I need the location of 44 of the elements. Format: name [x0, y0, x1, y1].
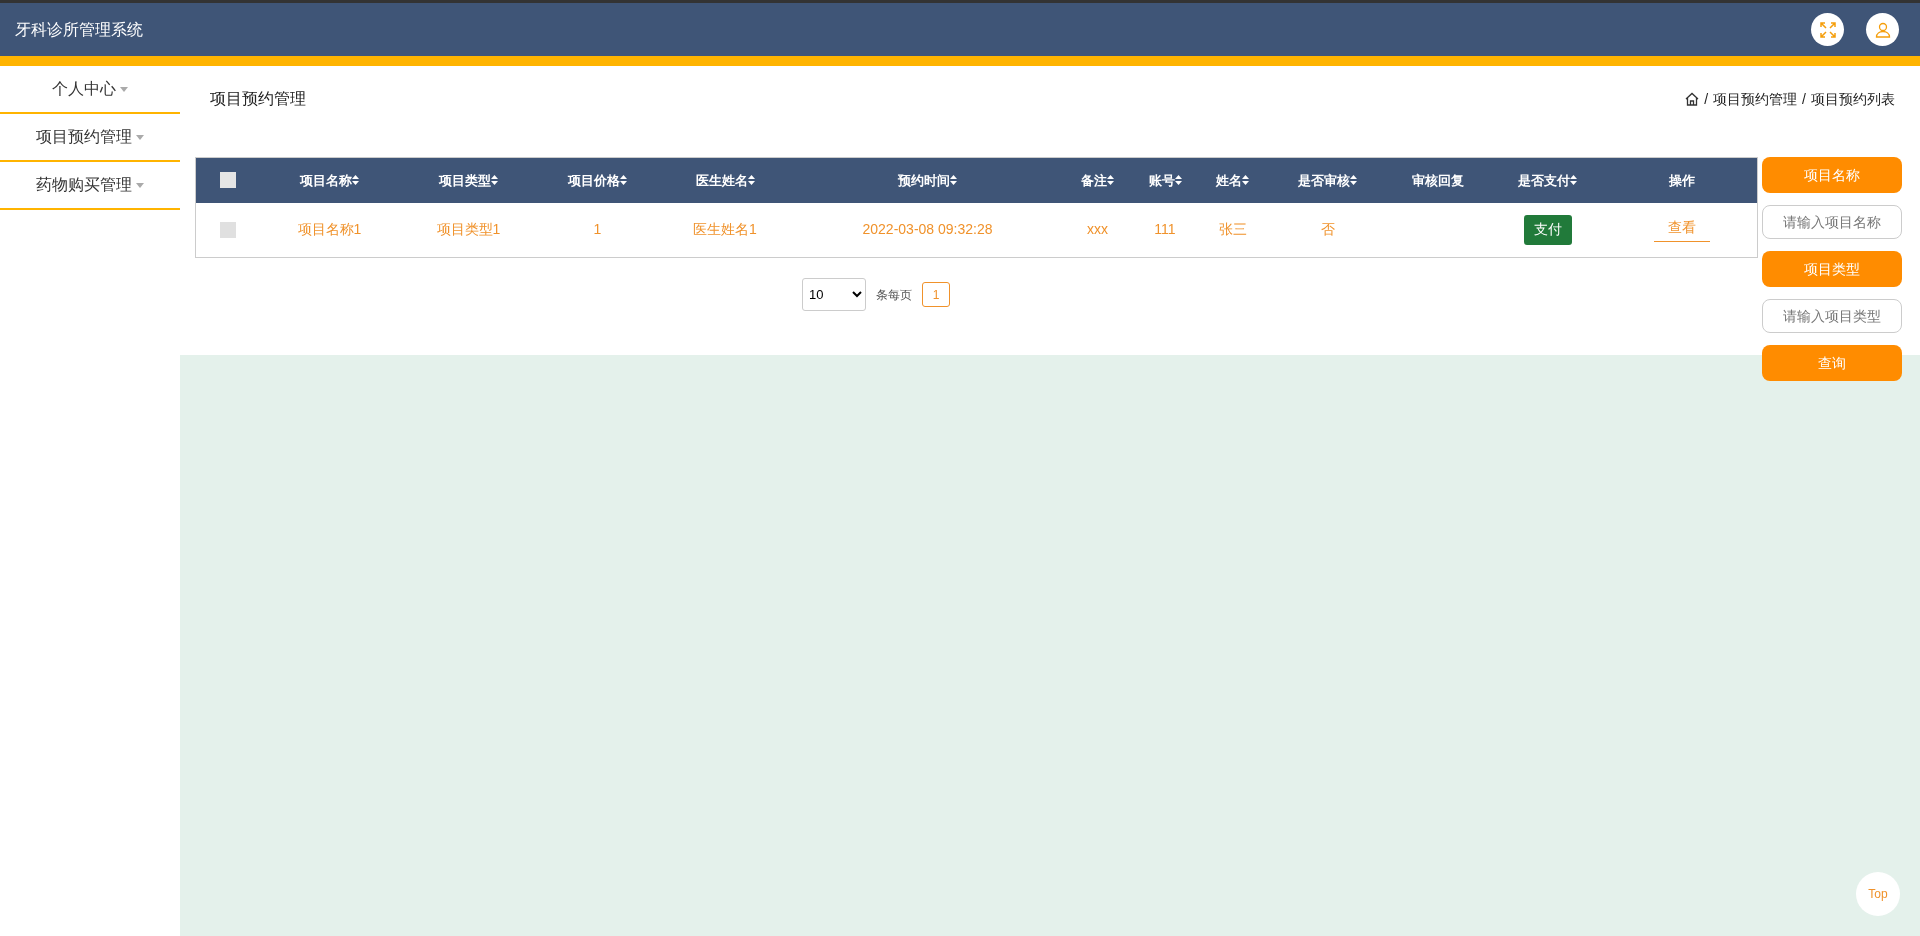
- app-title: 牙科诊所管理系统: [15, 19, 143, 40]
- table-cell: 项目名称1: [297, 221, 362, 238]
- pay-button[interactable]: 支付: [1523, 214, 1572, 245]
- table-cell: 2022-03-08 09:32:28: [862, 221, 993, 238]
- caret-icon: [136, 134, 144, 140]
- table-cell: 1: [593, 221, 602, 238]
- caret-icon: [136, 182, 144, 188]
- fullscreen-button[interactable]: [1811, 13, 1844, 46]
- table-cell: xxx: [1087, 221, 1108, 238]
- table-cell: 张三: [1218, 221, 1247, 238]
- search-field[interactable]: 请输入项目类型: [1762, 299, 1902, 333]
- row-checkbox[interactable]: [219, 221, 236, 238]
- breadcrumb-separator: /: [1704, 89, 1709, 109]
- page-title: 项目预约管理: [210, 89, 306, 109]
- column-header: 审核回复: [1387, 157, 1488, 203]
- page-size-select[interactable]: 10: [802, 278, 866, 311]
- column-header[interactable]: 项目名称: [259, 157, 400, 203]
- column-header[interactable]: 账号: [1132, 157, 1198, 203]
- column-header: 操作: [1607, 157, 1758, 203]
- column-header[interactable]: 姓名: [1197, 157, 1268, 203]
- table-cell: 111: [1154, 221, 1176, 238]
- caret-icon: [120, 86, 128, 92]
- column-header[interactable]: 项目类型: [399, 157, 538, 203]
- table-cell: 医生姓名1: [693, 221, 757, 238]
- search-field[interactable]: 请输入项目名称: [1762, 205, 1902, 239]
- column-header[interactable]: 备注: [1062, 157, 1133, 203]
- select-all-checkbox[interactable]: [219, 172, 236, 189]
- user-icon: [1874, 21, 1891, 38]
- column-header[interactable]: 是否审核: [1267, 157, 1388, 203]
- per-page-label: 条每页: [876, 286, 912, 304]
- table-cell: 否: [1320, 221, 1335, 238]
- search-label: 项目名称: [1762, 157, 1902, 193]
- search-label: 项目类型: [1762, 251, 1902, 287]
- home-icon[interactable]: [1685, 92, 1700, 106]
- column-header[interactable]: 项目价格: [537, 157, 658, 203]
- breadcrumb-item[interactable]: 项目预约管理: [1713, 88, 1798, 110]
- column-header[interactable]: 是否支付: [1487, 157, 1608, 203]
- breadcrumb-item[interactable]: 项目预约列表: [1811, 88, 1895, 110]
- expand-icon: [1819, 21, 1836, 38]
- user-button[interactable]: [1866, 13, 1899, 46]
- column-header[interactable]: 医生姓名: [657, 157, 793, 203]
- column-header[interactable]: 预约时间: [792, 157, 1063, 203]
- breadcrumb-separator: /: [1802, 89, 1806, 109]
- table-cell: 项目类型1: [436, 221, 501, 238]
